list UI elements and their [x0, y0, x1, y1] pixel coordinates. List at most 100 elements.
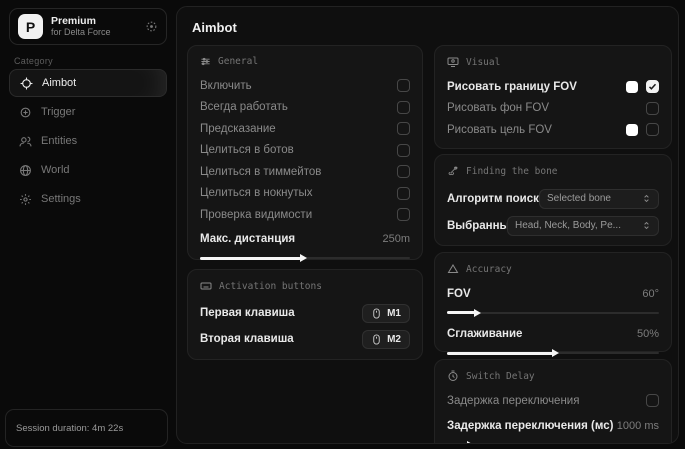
first-key-button[interactable]: M1: [362, 304, 410, 323]
general-card-header: General: [200, 56, 410, 67]
slider-fill[interactable]: [447, 444, 468, 445]
activation-card: Activation buttons Первая клавиша M1 Вто…: [187, 269, 423, 360]
fov-border-controls: [626, 80, 659, 93]
switch-delay-checkbox[interactable]: [646, 394, 659, 407]
toggle-label: Всегда работать: [200, 101, 288, 113]
section-title: General: [218, 56, 258, 67]
crosshair-icon: [20, 77, 33, 90]
sidebar-item-label: World: [41, 164, 70, 176]
section-title: Switch Delay: [466, 371, 535, 382]
section-title: Activation buttons: [219, 281, 322, 292]
key-value: M2: [387, 334, 401, 345]
sidebar-item-entities[interactable]: Entities: [9, 127, 167, 155]
visual-card: Visual Рисовать границу FOV Рисовать фон…: [434, 45, 672, 149]
toggle-row-visibility-check: Проверка видимости: [200, 204, 410, 226]
fov-border-checkbox[interactable]: [646, 80, 659, 93]
clock-icon: [447, 370, 459, 382]
section-title: Accuracy: [466, 264, 512, 275]
refresh-icon[interactable]: [145, 20, 158, 33]
entities-icon: [19, 135, 32, 148]
toggle-label: Проверка видимости: [200, 209, 312, 221]
switch-delay-ms-row: Задержка переключения (мс) 1000 ms: [447, 416, 659, 438]
fov-background-controls: [646, 102, 659, 115]
max-distance-row: Макс. дистанция 250m: [200, 229, 410, 251]
sidebar-nav: Aimbot Trigger Entities: [9, 69, 167, 214]
key-label: Вторая клавиша: [200, 333, 294, 345]
toggle-label: Целиться в нокнутых: [200, 187, 313, 199]
globe-icon: [19, 164, 32, 177]
dropdown-label: Выбранные кости: [447, 220, 507, 232]
monitor-icon: [447, 56, 459, 68]
switch-delay-slider[interactable]: [447, 440, 659, 444]
switch-delay-toggle-row: Задержка переключения: [447, 390, 659, 412]
max-distance-slider[interactable]: [200, 253, 410, 263]
accuracy-card-header: Accuracy: [447, 263, 659, 275]
smoothing-slider[interactable]: [447, 348, 659, 358]
fov-background-checkbox[interactable]: [646, 102, 659, 115]
visibility-check-checkbox[interactable]: [397, 208, 410, 221]
target-teammates-checkbox[interactable]: [397, 165, 410, 178]
target-bots-checkbox[interactable]: [397, 144, 410, 157]
bone-card: Finding the bone Алгоритм поиска костей …: [434, 154, 672, 246]
fov-slider[interactable]: [447, 308, 659, 318]
fov-border-row: Рисовать границу FOV: [447, 76, 659, 98]
session-duration-text: Session duration: 4m 22s: [16, 423, 123, 434]
target-knocked-checkbox[interactable]: [397, 187, 410, 200]
enable-checkbox[interactable]: [397, 79, 410, 92]
dropdown-value: Selected bone: [547, 193, 611, 204]
key-label: Первая клавиша: [200, 307, 295, 319]
session-duration-box: Session duration: 4m 22s: [5, 409, 168, 447]
brand-logo: P: [18, 14, 43, 39]
toggle-label: Включить: [200, 80, 252, 92]
dropdown-label: Алгоритм поиска костей: [447, 193, 539, 205]
bone-algorithm-dropdown[interactable]: Selected bone: [539, 189, 659, 209]
selected-bones-dropdown[interactable]: Head, Neck, Body, Pe...: [507, 216, 659, 236]
switch-delay-card-header: Switch Delay: [447, 370, 659, 382]
slider-fill[interactable]: [447, 352, 553, 355]
fov-target-color-swatch[interactable]: [626, 124, 638, 136]
visual-label: Рисовать границу FOV: [447, 81, 577, 93]
brand-title: Premium: [51, 15, 145, 27]
slider-label: Задержка переключения (мс): [447, 420, 613, 432]
selected-bones-row: Выбранные кости Head, Neck, Body, Pe...: [447, 212, 659, 239]
sliders-icon: [200, 56, 211, 67]
toggle-label: Предсказание: [200, 123, 276, 135]
mouse-icon: [371, 308, 382, 319]
toggle-row-target-bots: Целиться в ботов: [200, 140, 410, 162]
always-work-checkbox[interactable]: [397, 101, 410, 114]
toggle-row-enable: Включить: [200, 75, 410, 97]
toggle-row-always-work: Всегда работать: [200, 97, 410, 119]
slider-fill[interactable]: [447, 311, 475, 314]
fov-slider-row: FOV 60°: [447, 283, 659, 305]
sidebar-item-label: Entities: [41, 135, 77, 147]
second-key-button[interactable]: M2: [362, 330, 410, 349]
slider-value: 50%: [637, 328, 659, 340]
toggle-row-prediction: Предсказание: [200, 118, 410, 140]
sidebar-item-aimbot[interactable]: Aimbot: [9, 69, 167, 97]
accuracy-card: Accuracy FOV 60° Сглаживание 50%: [434, 252, 672, 352]
unfold-icon: [642, 221, 651, 230]
sidebar-item-world[interactable]: World: [9, 156, 167, 184]
slider-value: 1000 ms: [617, 420, 659, 432]
key-value: M1: [387, 308, 401, 319]
triangle-icon: [447, 263, 459, 275]
gear-icon: [19, 193, 32, 206]
sidebar-item-label: Trigger: [41, 106, 75, 118]
activation-card-header: Activation buttons: [200, 280, 410, 292]
slider-value: 250m: [382, 233, 410, 245]
slider-fill[interactable]: [200, 257, 301, 260]
sidebar-item-trigger[interactable]: Trigger: [9, 98, 167, 126]
page-title: Aimbot: [192, 20, 237, 35]
trigger-icon: [19, 106, 32, 119]
sidebar-item-label: Settings: [41, 193, 81, 205]
sidebar-item-label: Aimbot: [42, 77, 76, 89]
visual-label: Рисовать цель FOV: [447, 124, 552, 136]
bone-card-header: Finding the bone: [447, 165, 659, 177]
second-key-row: Вторая клавиша M2: [200, 326, 410, 352]
fov-background-row: Рисовать фон FOV: [447, 98, 659, 120]
fov-target-checkbox[interactable]: [646, 123, 659, 136]
prediction-checkbox[interactable]: [397, 122, 410, 135]
sidebar-item-settings[interactable]: Settings: [9, 185, 167, 213]
fov-border-color-swatch[interactable]: [626, 81, 638, 93]
toggle-row-target-teammates: Целиться в тиммейтов: [200, 161, 410, 183]
